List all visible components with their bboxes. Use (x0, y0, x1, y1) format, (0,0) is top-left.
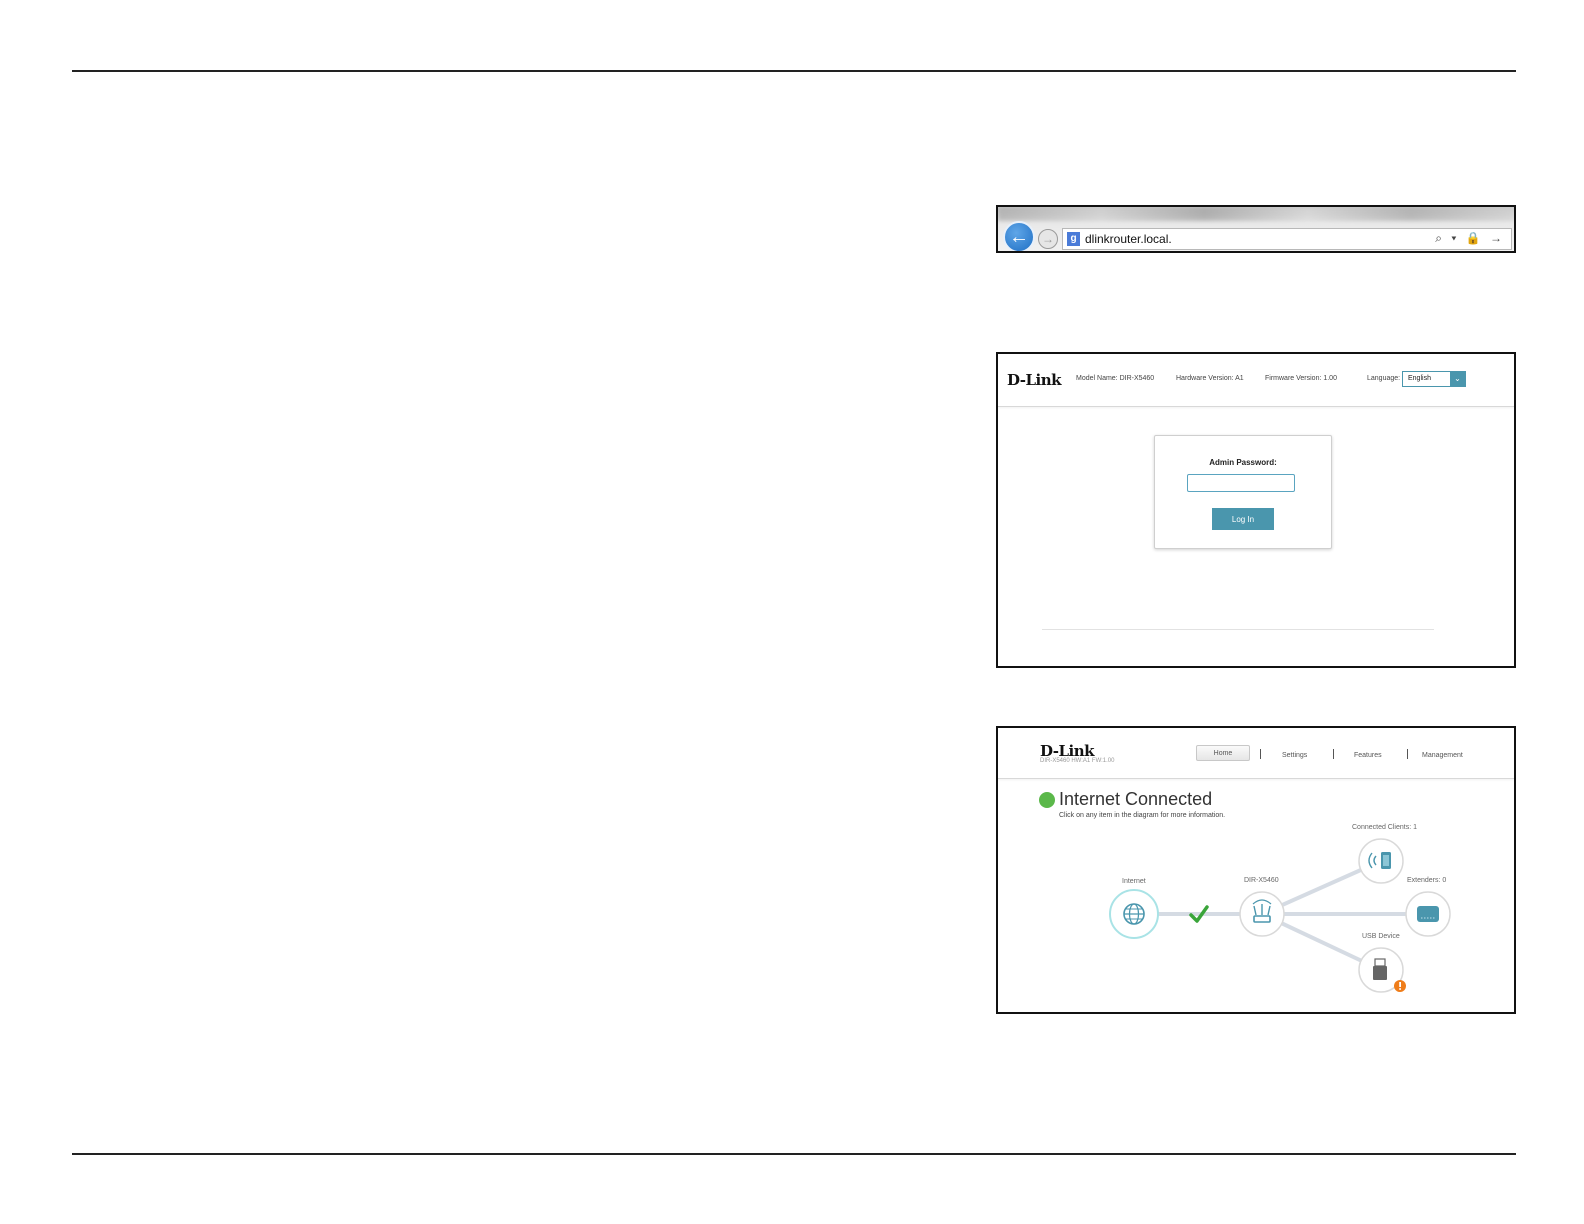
arrow-right-icon: → (1042, 232, 1054, 246)
extenders-label: Extenders: 0 (1407, 877, 1447, 884)
usb-drive-icon (1373, 958, 1387, 980)
arrow-left-icon: ← (1009, 225, 1029, 248)
address-bar-tools-icons[interactable]: ⌕ ▾ 🔒 → (1435, 231, 1505, 246)
admin-password-input[interactable] (1187, 474, 1295, 492)
login-button[interactable]: Log In (1212, 508, 1274, 530)
language-select[interactable]: English ⌄ (1402, 371, 1466, 387)
bottom-divider (72, 1153, 1516, 1155)
warning-badge-icon (1394, 980, 1406, 992)
login-page-screenshot: D-Link Model Name: DIR-X5460 Hardware Ve… (996, 352, 1516, 668)
connected-clients-label: Connected Clients: 1 (1352, 824, 1417, 831)
address-bar[interactable]: g dlinkrouter.local. ⌕ ▾ 🔒 → (1062, 228, 1512, 250)
chevron-down-icon: ⌄ (1450, 372, 1465, 386)
firmware-version: Firmware Version: 1.00 (1265, 375, 1337, 382)
address-bar-url: dlinkrouter.local. (1085, 232, 1172, 246)
browser-address-bar-screenshot: ← → g dlinkrouter.local. ⌕ ▾ 🔒 → (996, 205, 1516, 253)
admin-password-label: Admin Password: (1209, 458, 1277, 467)
hardware-version: Hardware Version: A1 (1176, 375, 1244, 382)
internet-node[interactable] (1109, 889, 1159, 939)
forward-button[interactable]: → (1038, 229, 1058, 249)
browser-tab-strip (998, 207, 1514, 221)
model-name: Model Name: DIR-X5460 (1076, 375, 1155, 382)
language-label: Language: (1367, 375, 1401, 382)
dlink-logo: D-Link (1007, 371, 1062, 389)
home-page-screenshot: D-Link DIR-X5460 HW:A1 FW:1.00 Home Sett… (996, 726, 1516, 1014)
search-engine-icon: g (1067, 232, 1080, 246)
language-value: English (1408, 375, 1431, 382)
extenders-node[interactable] (1405, 891, 1451, 937)
login-header: D-Link Model Name: DIR-X5460 Hardware Ve… (998, 354, 1514, 407)
connected-clients-node[interactable] (1358, 838, 1404, 884)
back-button[interactable]: ← (1003, 221, 1035, 251)
top-divider (72, 70, 1516, 72)
login-card: Admin Password: Log In (1154, 435, 1332, 549)
extender-icon (1417, 906, 1439, 922)
network-diagram (1109, 838, 1451, 993)
usb-device-node[interactable] (1358, 947, 1406, 993)
footer-divider (1042, 629, 1434, 630)
internet-label: Internet (1122, 878, 1146, 885)
router-label: DIR-X5460 (1244, 877, 1279, 884)
router-node[interactable] (1239, 891, 1285, 937)
usb-device-label: USB Device (1362, 933, 1400, 940)
